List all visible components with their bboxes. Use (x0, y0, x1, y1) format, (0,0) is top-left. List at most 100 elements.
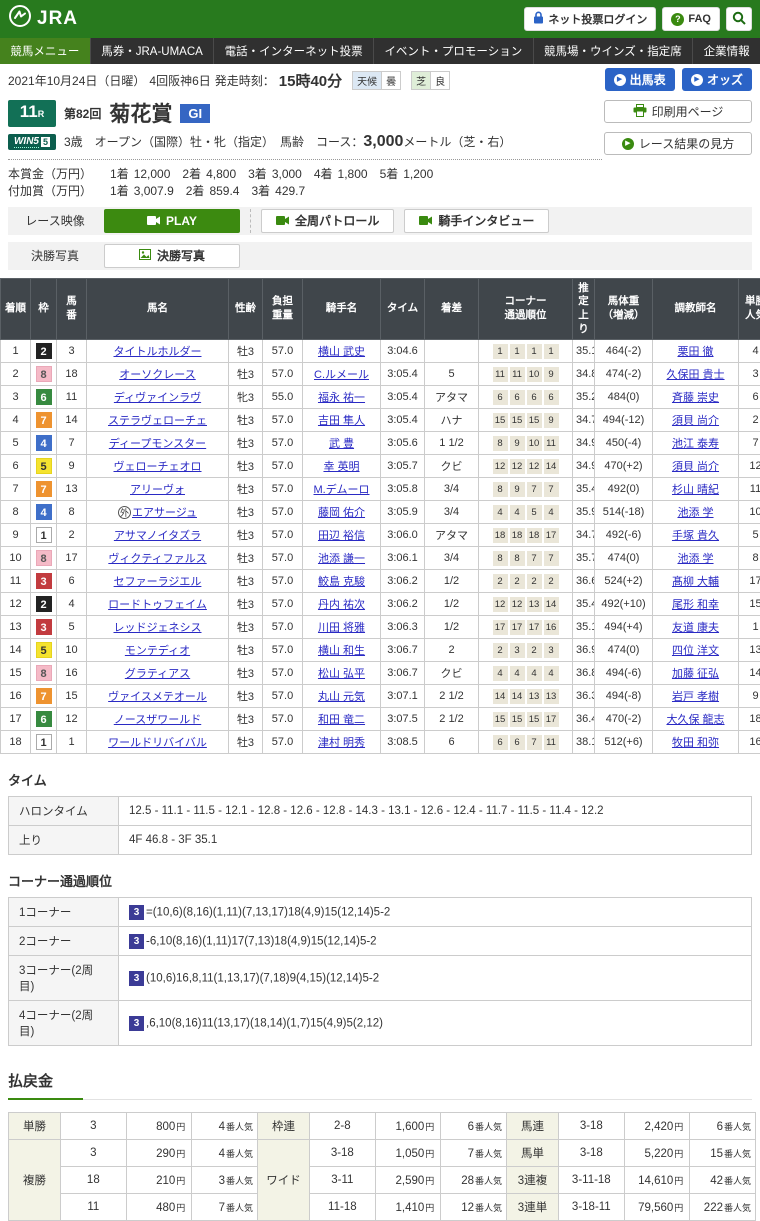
search-button[interactable] (726, 7, 752, 31)
payout-popularity: 28番人気 (441, 1167, 507, 1194)
jockey-link[interactable]: 田辺 裕信 (318, 530, 365, 542)
nav-item-馬券・JRA-UMACA[interactable]: 馬券・JRA-UMACA (90, 38, 213, 64)
nav-item-企業情報[interactable]: 企業情報 (692, 38, 760, 64)
results-column-header: 枠 (31, 278, 57, 340)
jockey-link[interactable]: 池添 謙一 (318, 553, 365, 565)
trainer-link[interactable]: 斉藤 崇史 (672, 392, 719, 404)
payout-row: ワイド3-181,050円7番人気 (258, 1140, 507, 1167)
trainer-link[interactable]: 大久保 龍志 (666, 714, 724, 726)
corner-positions: 15151517 (479, 708, 573, 731)
trainer-link[interactable]: 栗田 徹 (677, 346, 713, 358)
prize-amount: 859.4 (209, 184, 239, 198)
jockey-interview-button[interactable]: 騎手インタビュー (404, 209, 549, 233)
finish-photo-bar: 決勝写真 決勝写真 (8, 242, 752, 270)
horse-name-link[interactable]: ヴァイスメテオール (108, 691, 207, 703)
horse-name-link[interactable]: ワールドリバイバル (108, 737, 207, 749)
nav-item-イベント・プロモーション[interactable]: イベント・プロモーション (373, 38, 533, 64)
horse-name-link[interactable]: ディープモンスター (109, 438, 206, 450)
trainer-link[interactable]: 四位 洋文 (672, 645, 719, 657)
payout-popularity: 42番人気 (690, 1167, 756, 1194)
trainer-link[interactable]: 岩戸 孝樹 (672, 691, 719, 703)
jockey-link[interactable]: 幸 英明 (323, 461, 359, 473)
jockey-link[interactable]: 鮫島 克駿 (318, 576, 365, 588)
jockey-link[interactable]: 藤岡 佑介 (318, 507, 365, 519)
results-column-header: 馬番 (57, 278, 87, 340)
horse-name-link[interactable]: エアサージュ (132, 507, 197, 519)
yen-unit: 円 (425, 1176, 434, 1186)
carried-weight: 57.0 (263, 409, 303, 432)
horse-name-link[interactable]: ロードトゥフェイム (108, 599, 207, 611)
print-page-button[interactable]: 印刷用ページ (604, 100, 752, 123)
horse-name-link[interactable]: ノースザワールド (114, 714, 201, 726)
jockey-link[interactable]: M.デムーロ (314, 484, 370, 496)
entry-table-button[interactable]: ▶ 出馬表 (605, 68, 675, 91)
horse-name-link[interactable]: セファーラジエル (114, 576, 202, 588)
corner-positions: 4444 (479, 662, 573, 685)
results-guide-button[interactable]: ▶ レース結果の見方 (604, 132, 752, 155)
finish-time: 3:05.7 (381, 455, 425, 478)
jockey-link[interactable]: 武 豊 (329, 438, 354, 450)
body-weight: 450(-4) (595, 432, 653, 455)
trainer-link[interactable]: 牧田 和弥 (672, 737, 719, 749)
horse-name-link[interactable]: ヴィクティファルス (108, 553, 206, 565)
jockey-link[interactable]: 和田 竜二 (318, 714, 365, 726)
trainer-link[interactable]: 尾形 和幸 (672, 599, 719, 611)
finish-position: 12 (1, 593, 31, 616)
estimated-agari: 36.4 (573, 708, 595, 731)
jockey-link[interactable]: 横山 和生 (318, 645, 365, 657)
trainer-link[interactable]: 手塚 貴久 (672, 530, 719, 542)
trainer-link[interactable]: 杉山 晴紀 (672, 484, 719, 496)
corner-position: 1 (493, 344, 508, 359)
yen-unit: 円 (176, 1176, 185, 1186)
horse-name-link[interactable]: ステラヴェローチェ (108, 415, 207, 427)
frame-number: 4 (36, 435, 52, 451)
corner-positions: 18181817 (479, 524, 573, 547)
jockey-link[interactable]: 松山 弘平 (318, 668, 365, 680)
horse-name-link[interactable]: グラティアス (125, 668, 190, 680)
jockey-link[interactable]: 川田 将雅 (318, 622, 365, 634)
corner-positions: 6666 (479, 386, 573, 409)
yen-unit: 円 (176, 1203, 185, 1213)
net-vote-login-button[interactable]: ネット投票ログイン (524, 7, 656, 31)
trainer-link[interactable]: 池添 学 (677, 507, 713, 519)
jra-logo[interactable]: JRA (8, 4, 78, 34)
jockey-link[interactable]: 吉田 隼人 (318, 415, 365, 427)
trainer-link[interactable]: 髙柳 大輔 (672, 576, 719, 588)
jockey-link[interactable]: 丸山 元気 (318, 691, 365, 703)
results-column-header: 馬体重（増減） (595, 278, 653, 340)
horse-name-link[interactable]: レッドジェネシス (114, 622, 202, 634)
horse-name-link[interactable]: モンテディオ (125, 645, 190, 657)
horse-name-link[interactable]: ディヴァインラヴ (114, 392, 201, 404)
trainer-link[interactable]: 池添 学 (677, 553, 713, 565)
nav-item-競馬場・ウインズ・指定席[interactable]: 競馬場・ウインズ・指定席 (533, 38, 693, 64)
finish-photo-button[interactable]: 決勝写真 (104, 244, 240, 268)
frame-cell: 6 (31, 708, 57, 731)
horse-name-link[interactable]: アサマノイタズラ (114, 530, 201, 542)
jockey-link[interactable]: 福永 祐一 (318, 392, 365, 404)
trainer-link[interactable]: 須貝 尚介 (672, 461, 719, 473)
jockey-link[interactable]: 横山 武史 (318, 346, 365, 358)
carried-weight: 57.0 (263, 524, 303, 547)
jockey-link[interactable]: 丹内 祐次 (318, 599, 365, 611)
finish-position: 13 (1, 616, 31, 639)
nav-item-電話・インターネット投票[interactable]: 電話・インターネット投票 (213, 38, 373, 64)
trainer-link[interactable]: 加藤 征弘 (672, 668, 719, 680)
time-row-value: 12.5 - 11.1 - 11.5 - 12.1 - 12.8 - 12.6 … (119, 797, 752, 826)
horse-name-link[interactable]: タイトルホルダー (114, 346, 202, 358)
bet-type-label: 複勝 (9, 1140, 61, 1221)
play-button[interactable]: PLAY (104, 209, 240, 233)
patrol-video-button[interactable]: 全周パトロール (261, 209, 394, 233)
faq-button[interactable]: ? FAQ (662, 7, 720, 31)
jockey-link[interactable]: C.ルメール (314, 369, 369, 381)
trainer-link[interactable]: 友道 康夫 (672, 622, 719, 634)
horse-name-link[interactable]: ヴェローチェオロ (114, 461, 202, 473)
horse-name-link[interactable]: オーソクレース (119, 369, 195, 381)
trainer-link[interactable]: 池江 泰寿 (672, 438, 719, 450)
odds-button[interactable]: ▶ オッズ (682, 68, 752, 91)
nav-item-競馬メニュー[interactable]: 競馬メニュー (0, 38, 90, 64)
jockey-link[interactable]: 津村 明秀 (318, 737, 365, 749)
course-label: コース： (316, 135, 363, 149)
horse-name-link[interactable]: アリーヴォ (130, 484, 185, 496)
trainer-link[interactable]: 久保田 貴士 (666, 369, 724, 381)
trainer-link[interactable]: 須貝 尚介 (672, 415, 719, 427)
